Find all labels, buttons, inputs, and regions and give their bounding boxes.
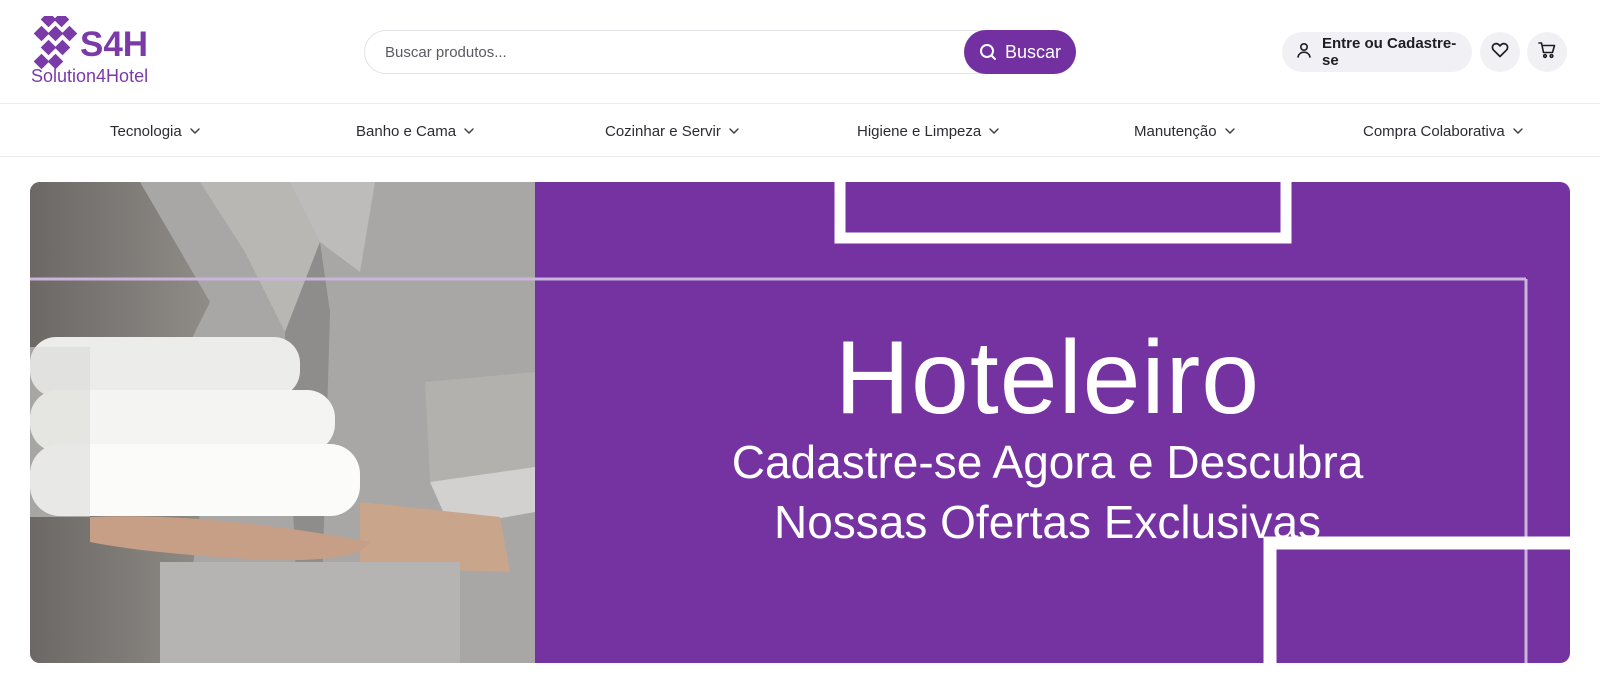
nav-item-tecnologia[interactable]: Tecnologia xyxy=(110,105,200,157)
nav-item-higiene-e-limpeza[interactable]: Higiene e Limpeza xyxy=(857,105,999,157)
logo-mark-text: S4H xyxy=(80,25,148,64)
user-icon xyxy=(1296,42,1312,62)
search-icon xyxy=(979,43,997,61)
nav-item-compra-colaborativa[interactable]: Compra Colaborativa xyxy=(1363,105,1523,157)
chevron-down-icon xyxy=(729,128,739,134)
search-bar: Buscar xyxy=(364,30,1076,74)
nav-item-banho-e-cama[interactable]: Banho e Cama xyxy=(356,105,474,157)
nav-item-cozinhar-e-servir[interactable]: Cozinhar e Servir xyxy=(605,105,739,157)
nav-item-label: Higiene e Limpeza xyxy=(857,122,982,140)
nav-item-label: Cozinhar e Servir xyxy=(605,122,721,140)
nav-item-label: Tecnologia xyxy=(110,122,182,140)
nav-item-label: Manutenção xyxy=(1134,122,1217,140)
cart-icon xyxy=(1538,41,1556,64)
brand-logo[interactable]: S4H Solution4Hotel xyxy=(30,16,160,88)
nav-item-label: Banho e Cama xyxy=(356,122,457,140)
cart-button[interactable] xyxy=(1527,32,1567,72)
search-button[interactable]: Buscar xyxy=(964,30,1076,74)
category-nav: Tecnologia Banho e Cama Cozinhar e Servi… xyxy=(0,105,1600,157)
nav-item-label: Compra Colaborativa xyxy=(1363,122,1505,140)
banner-subtitle-line-1: Cadastre-se Agora e Descubra xyxy=(731,436,1364,488)
banner-headline: Hoteleiro xyxy=(834,320,1261,436)
chevron-down-icon xyxy=(989,128,999,134)
search-input[interactable] xyxy=(385,31,955,73)
chevron-down-icon xyxy=(1512,128,1523,134)
wishlist-button[interactable] xyxy=(1480,32,1520,72)
search-button-label: Buscar xyxy=(1004,41,1062,62)
login-register-button[interactable]: Entre ou Cadastre-se xyxy=(1282,32,1472,72)
chevron-down-icon xyxy=(189,128,200,134)
nav-item-manutencao[interactable]: Manutenção xyxy=(1134,105,1235,157)
heart-icon xyxy=(1491,42,1509,63)
banner-subtitle-line-2: Nossas Ofertas Exclusivas xyxy=(773,496,1322,548)
login-register-label: Entre ou Cadastre-se xyxy=(1322,35,1457,69)
hero-banner[interactable]: Hoteleiro Cadastre-se Agora e Descubra N… xyxy=(30,182,1570,663)
chevron-down-icon xyxy=(1224,128,1235,134)
site-header: S4H Solution4Hotel Buscar Entre ou Cadas… xyxy=(0,0,1600,104)
logo-wordmark: Solution4Hotel xyxy=(31,66,148,86)
chevron-down-icon xyxy=(464,128,474,134)
